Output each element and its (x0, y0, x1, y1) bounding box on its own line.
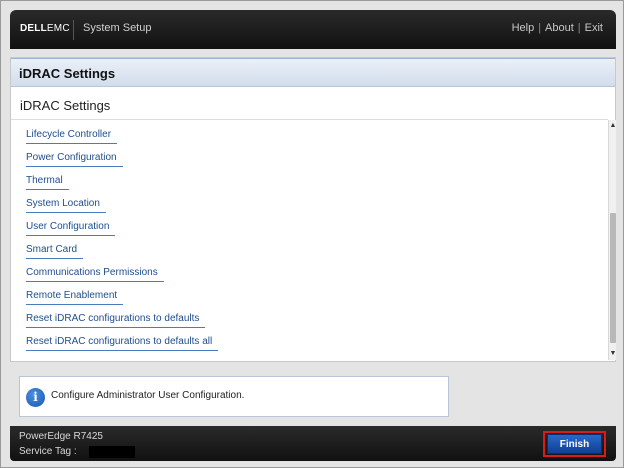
scroll-up-icon[interactable]: ▲ (609, 122, 617, 130)
app-title: System Setup (83, 22, 152, 34)
scroll-down-icon[interactable]: ▼ (609, 350, 617, 358)
menu-item-communications-permissions[interactable]: Communications Permissions (26, 267, 164, 282)
service-tag-redacted (89, 446, 135, 458)
page-title: iDRAC Settings (19, 66, 116, 81)
system-model: PowerEdge R7425 (19, 431, 103, 442)
menu-item-smart-card[interactable]: Smart Card (26, 244, 84, 259)
menu-item-power-configuration[interactable]: Power Configuration (26, 152, 123, 167)
window-frame: DELLEMC System Setup Help | About | Exit… (0, 0, 624, 468)
exit-link[interactable]: Exit (585, 22, 603, 34)
help-message-box: i Configure Administrator User Configura… (19, 376, 449, 417)
settings-panel: iDRAC Settings iDRAC Settings Lifecycle … (10, 57, 616, 362)
menu-item-remote-enablement[interactable]: Remote Enablement (26, 290, 124, 305)
menu-item-system-location[interactable]: System Location (26, 198, 106, 213)
service-tag-label: Service Tag : (19, 446, 77, 457)
brand-dell: DELL (20, 23, 47, 34)
link-separator: | (538, 22, 542, 34)
link-separator: | (577, 22, 581, 34)
help-link[interactable]: Help (512, 22, 535, 34)
header-links: Help | About | Exit (512, 22, 603, 34)
help-text: Configure Administrator User Configurati… (51, 390, 245, 401)
scroll-thumb[interactable] (610, 213, 616, 343)
section-title: iDRAC Settings (20, 98, 111, 113)
header-divider (73, 20, 74, 40)
section-divider (11, 119, 608, 120)
brand-emc: EMC (46, 23, 70, 34)
finish-button[interactable]: Finish (547, 434, 602, 454)
dellemc-logo: DELLEMC (20, 23, 70, 34)
bottom-bar: PowerEdge R7425 Service Tag : Finish (10, 426, 616, 461)
info-icon: i (26, 388, 45, 407)
menu-item-user-configuration[interactable]: User Configuration (26, 221, 116, 236)
menu-item-lifecycle-controller[interactable]: Lifecycle Controller (26, 129, 118, 144)
top-bar: DELLEMC System Setup Help | About | Exit (10, 10, 616, 49)
about-link[interactable]: About (545, 22, 574, 34)
panel-title-bar: iDRAC Settings (11, 58, 615, 87)
menu-item-reset-defaults-all[interactable]: Reset iDRAC configurations to defaults a… (26, 336, 219, 351)
menu-item-reset-defaults[interactable]: Reset iDRAC configurations to defaults (26, 313, 206, 328)
menu-item-thermal[interactable]: Thermal (26, 175, 69, 190)
vertical-scrollbar[interactable]: ▲ ▼ (608, 120, 616, 360)
